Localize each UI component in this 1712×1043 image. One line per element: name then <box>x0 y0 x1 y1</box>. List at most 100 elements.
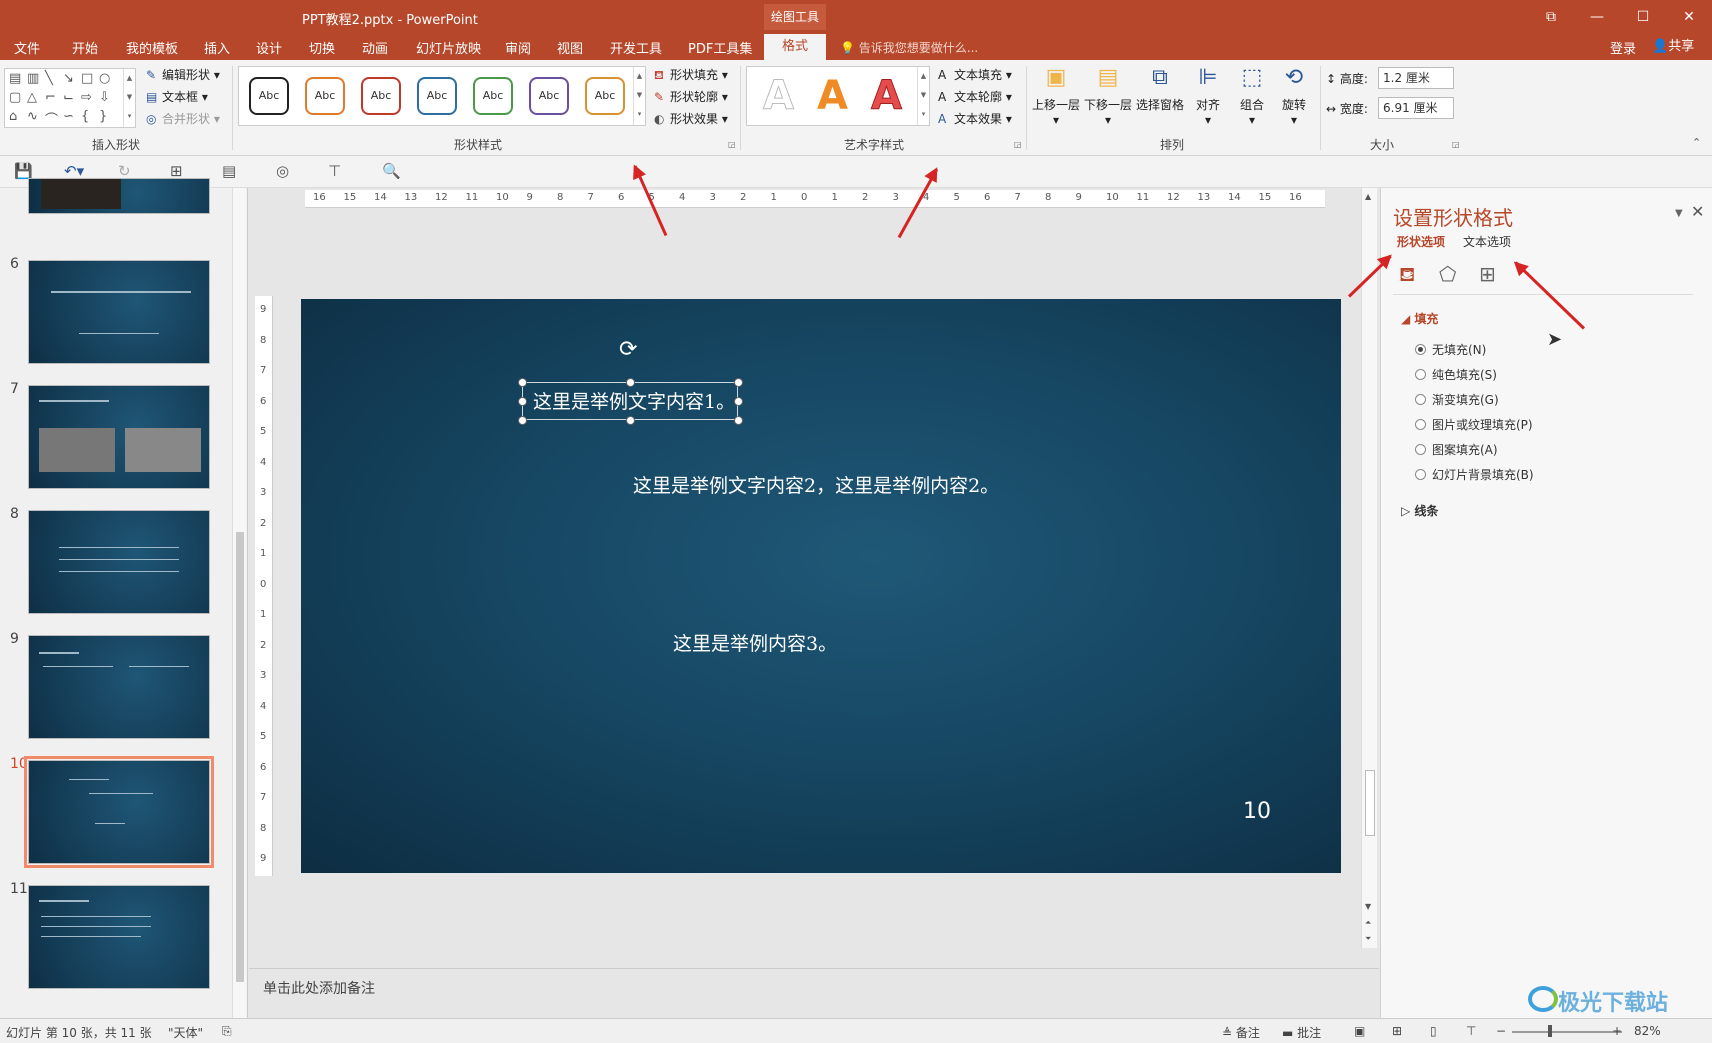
text-outline-button[interactable]: A 文本轮廓 ▾ <box>938 88 1012 105</box>
radio-pattern-fill[interactable]: 图案填充(A) <box>1415 441 1498 458</box>
tab-format[interactable]: 格式 <box>764 34 826 60</box>
rotate-handle-icon[interactable]: ⟳ <box>619 337 637 362</box>
resize-handle[interactable] <box>734 397 743 406</box>
shape-style-swatch[interactable]: Abc <box>361 77 401 115</box>
radio-picture-fill[interactable]: 图片或纹理填充(P) <box>1415 416 1533 433</box>
slide-canvas[interactable]: ⟳ 这里是举例文字内容1。 这里是举例文字内容2，这里是举例内容2。 这里是举例… <box>301 299 1341 873</box>
selection-pane-button[interactable]: ⧉ 选择窗格 <box>1136 64 1184 113</box>
shape-style-swatch[interactable]: Abc <box>585 77 625 115</box>
resize-handle[interactable] <box>518 378 527 387</box>
shape-style-swatch[interactable]: Abc <box>417 77 457 115</box>
group-button[interactable]: ⬚ 组合 ▾ <box>1230 64 1274 127</box>
slide-thumbnail[interactable] <box>28 885 210 989</box>
right-arrow-shape-icon[interactable]: ⇨ <box>81 90 92 105</box>
connector-shape-icon[interactable]: ⌙ <box>63 90 74 105</box>
resize-handle[interactable] <box>626 378 635 387</box>
zoom-level[interactable]: 82% <box>1634 1024 1661 1038</box>
triangle-shape-icon[interactable]: △ <box>27 90 37 105</box>
curve-shape-icon[interactable]: ∽ <box>63 109 74 124</box>
tab-my-templates[interactable]: 我的模板 <box>126 38 178 57</box>
notes-toggle[interactable]: ≜ 备注 <box>1222 1024 1260 1041</box>
wordart-more-icon[interactable]: ▲ ▼ ▾ <box>917 67 929 125</box>
rectangle-shape-icon[interactable]: □ <box>81 71 93 86</box>
shapes-gallery[interactable]: ▤ ▥ ╲ ↘ □ ○ ▢ △ ⌐ ⌙ ⇨ ⇩ ⌂ ∿ ⌒ ∽ { } ▲ ▼ ▾ <box>4 68 136 128</box>
slide-text-1[interactable]: 这里是举例文字内容1。 <box>533 387 735 414</box>
tab-view[interactable]: 视图 <box>557 38 583 57</box>
shape-styles-gallery[interactable]: Abc Abc Abc Abc Abc Abc Abc ▲ ▼ ▾ <box>238 66 646 126</box>
print-preview-icon[interactable]: 🔍 <box>382 162 401 180</box>
comments-toggle[interactable]: ▬ 批注 <box>1282 1024 1321 1041</box>
shape-styles-more-icon[interactable]: ▲ ▼ ▾ <box>633 67 645 125</box>
tab-text-options[interactable]: 文本选项 <box>1463 233 1511 250</box>
minimize-icon[interactable]: — <box>1582 6 1612 28</box>
thumbnail-scroll-thumb[interactable] <box>236 532 244 982</box>
slide-thumbnail[interactable] <box>28 178 210 214</box>
radio-slide-background-fill[interactable]: 幻灯片背景填充(B) <box>1415 466 1534 483</box>
dialog-launcher-icon[interactable]: ◲ <box>1014 140 1022 149</box>
brace-left-shape-icon[interactable]: { <box>81 109 89 124</box>
tab-insert[interactable]: 插入 <box>204 38 230 57</box>
shapes-gallery-more-icon[interactable]: ▲ ▼ ▾ <box>123 69 135 127</box>
next-slide-icon[interactable]: ⏷ <box>1365 934 1371 944</box>
effects-pentagon-icon[interactable]: ⬠ <box>1439 262 1456 286</box>
resize-handle[interactable] <box>518 397 527 406</box>
radio-button-selected[interactable] <box>1415 344 1426 355</box>
shape-style-swatch[interactable]: Abc <box>305 77 345 115</box>
width-input[interactable]: 6.91 厘米 <box>1378 97 1454 119</box>
resize-handle[interactable] <box>626 416 635 425</box>
zoom-slider-knob[interactable] <box>1548 1025 1552 1037</box>
editor-scroll-thumb[interactable] <box>1365 770 1375 836</box>
oval-shape-icon[interactable]: ○ <box>99 71 110 86</box>
dialog-launcher-icon[interactable]: ◲ <box>1452 140 1460 149</box>
wordart-style-orange[interactable]: A <box>817 73 848 119</box>
radio-solid-fill[interactable]: 纯色填充(S) <box>1415 366 1497 383</box>
radio-button[interactable] <box>1415 419 1426 430</box>
shape-fill-button[interactable]: ⛾ 形状填充 ▾ <box>654 66 728 84</box>
radio-button[interactable] <box>1415 444 1426 455</box>
dialog-launcher-icon[interactable]: ◲ <box>728 140 736 149</box>
slideshow-view-icon[interactable]: ⊤ <box>1466 1024 1476 1038</box>
slide-thumbnail[interactable] <box>28 385 210 489</box>
fill-line-icon[interactable]: ⛾ <box>1399 262 1415 289</box>
tab-developer[interactable]: 开发工具 <box>610 38 662 57</box>
height-input[interactable]: 1.2 厘米 <box>1378 67 1454 89</box>
notes-pane[interactable]: 单击此处添加备注 <box>249 968 1379 1018</box>
rotate-button[interactable]: ⟲ 旋转 ▾ <box>1272 64 1316 127</box>
pane-options-dropdown-icon[interactable]: ▼ <box>1675 208 1683 219</box>
tab-file[interactable]: 文件 <box>14 38 40 57</box>
slide-text-3[interactable]: 这里是举例内容3。 <box>673 629 837 656</box>
tab-review[interactable]: 审阅 <box>505 38 531 57</box>
shape-style-swatch[interactable]: Abc <box>473 77 513 115</box>
ribbon-display-options-icon[interactable]: ⧉ <box>1536 6 1566 28</box>
tab-slideshow[interactable]: 幻灯片放映 <box>416 38 481 57</box>
arrow-line-shape-icon[interactable]: ↘ <box>63 71 74 86</box>
size-properties-icon[interactable]: ⊞ <box>1479 262 1496 286</box>
align-button[interactable]: ⊫ 对齐 ▾ <box>1186 64 1230 127</box>
slide-sorter-icon[interactable]: ⊞ <box>1392 1024 1402 1038</box>
login-link[interactable]: 登录 <box>1610 38 1636 57</box>
present-icon[interactable]: ⊤ <box>328 162 341 180</box>
tab-home[interactable]: 开始 <box>72 38 98 57</box>
textbox-shape-icon[interactable]: ▤ <box>9 71 21 86</box>
down-arrow-shape-icon[interactable]: ⇩ <box>99 90 110 105</box>
arc-shape-icon[interactable]: ⌒ <box>45 109 58 128</box>
shape-effects-button[interactable]: ◐ 形状效果 ▾ <box>654 110 728 127</box>
shape-style-swatch[interactable]: Abc <box>249 77 289 115</box>
tab-transitions[interactable]: 切换 <box>309 38 335 57</box>
scroll-down-icon[interactable]: ▼ <box>1365 902 1371 911</box>
layout-icon[interactable]: ▤ <box>222 162 236 180</box>
thumbnail-scrollbar[interactable] <box>232 188 246 1018</box>
edit-shape-button[interactable]: ✎ 编辑形状 ▾ <box>146 66 220 83</box>
wordart-styles-gallery[interactable]: A A A ▲ ▼ ▾ <box>746 66 930 126</box>
tab-design[interactable]: 设计 <box>256 38 282 57</box>
slide-thumbnail[interactable] <box>28 510 210 614</box>
elbow-connector-shape-icon[interactable]: ⌐ <box>45 90 56 105</box>
shape-style-swatch[interactable]: Abc <box>529 77 569 115</box>
merge-shapes-button[interactable]: ◎ 合并形状 ▾ <box>146 110 220 127</box>
radio-no-fill[interactable]: 无填充(N) <box>1415 341 1486 358</box>
scribble-shape-icon[interactable]: ∿ <box>27 109 38 124</box>
maximize-icon[interactable]: ☐ <box>1628 6 1658 28</box>
from-beginning-icon[interactable]: ◎ <box>276 162 289 180</box>
tab-animations[interactable]: 动画 <box>362 38 388 57</box>
vertical-textbox-shape-icon[interactable]: ▥ <box>27 71 39 86</box>
